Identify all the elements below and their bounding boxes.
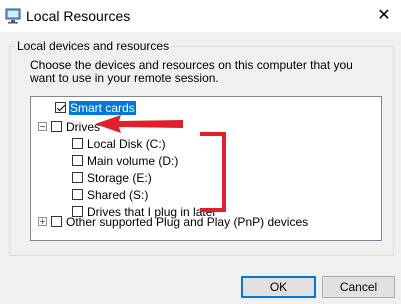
local-disk-c-label: Local Disk (C:) xyxy=(87,136,166,151)
ok-button[interactable]: OK xyxy=(241,276,316,298)
devices-tree[interactable]: Smart cards − Drives Local Disk (C:) Mai… xyxy=(30,96,382,241)
local-disk-c-checkbox[interactable] xyxy=(72,138,83,149)
remote-desktop-icon xyxy=(5,8,21,24)
drives-label: Drives xyxy=(66,119,101,134)
title-bar: Local Resources ✕ xyxy=(0,0,401,32)
tree-item-drives[interactable]: − Drives xyxy=(38,118,101,135)
tree-item-main-volume-d[interactable]: Main volume (D:) xyxy=(72,152,179,169)
expand-other-toggle[interactable]: + xyxy=(38,217,47,226)
close-button[interactable]: ✕ xyxy=(367,0,401,30)
storage-e-checkbox[interactable] xyxy=(72,172,83,183)
tree-item-local-disk-c[interactable]: Local Disk (C:) xyxy=(72,135,167,152)
tree-item-other-pnp[interactable]: + Other supported Plug and Play (PnP) de… xyxy=(38,213,309,230)
tree-item-storage-e[interactable]: Storage (E:) xyxy=(72,169,153,186)
shared-s-checkbox[interactable] xyxy=(72,189,83,200)
smart-cards-checkbox[interactable] xyxy=(55,102,66,113)
tree-item-shared-s[interactable]: Shared (S:) xyxy=(72,186,149,203)
group-description: Choose the devices and resources on this… xyxy=(30,58,353,85)
smart-cards-label: Smart cards xyxy=(69,100,136,115)
window-title: Local Resources xyxy=(26,8,131,24)
collapse-drives-toggle[interactable]: − xyxy=(38,122,47,131)
tree-item-smart-cards[interactable]: Smart cards xyxy=(55,99,136,116)
main-volume-d-label: Main volume (D:) xyxy=(87,153,179,168)
other-pnp-checkbox[interactable] xyxy=(51,216,62,227)
group-legend: Local devices and resources xyxy=(15,39,172,53)
close-icon: ✕ xyxy=(377,7,391,24)
cancel-button[interactable]: Cancel xyxy=(322,276,395,298)
storage-e-label: Storage (E:) xyxy=(87,170,152,185)
drives-checkbox[interactable] xyxy=(51,121,62,132)
other-pnp-label: Other supported Plug and Play (PnP) devi… xyxy=(66,214,309,229)
main-volume-d-checkbox[interactable] xyxy=(72,155,83,166)
shared-s-label: Shared (S:) xyxy=(87,187,149,202)
